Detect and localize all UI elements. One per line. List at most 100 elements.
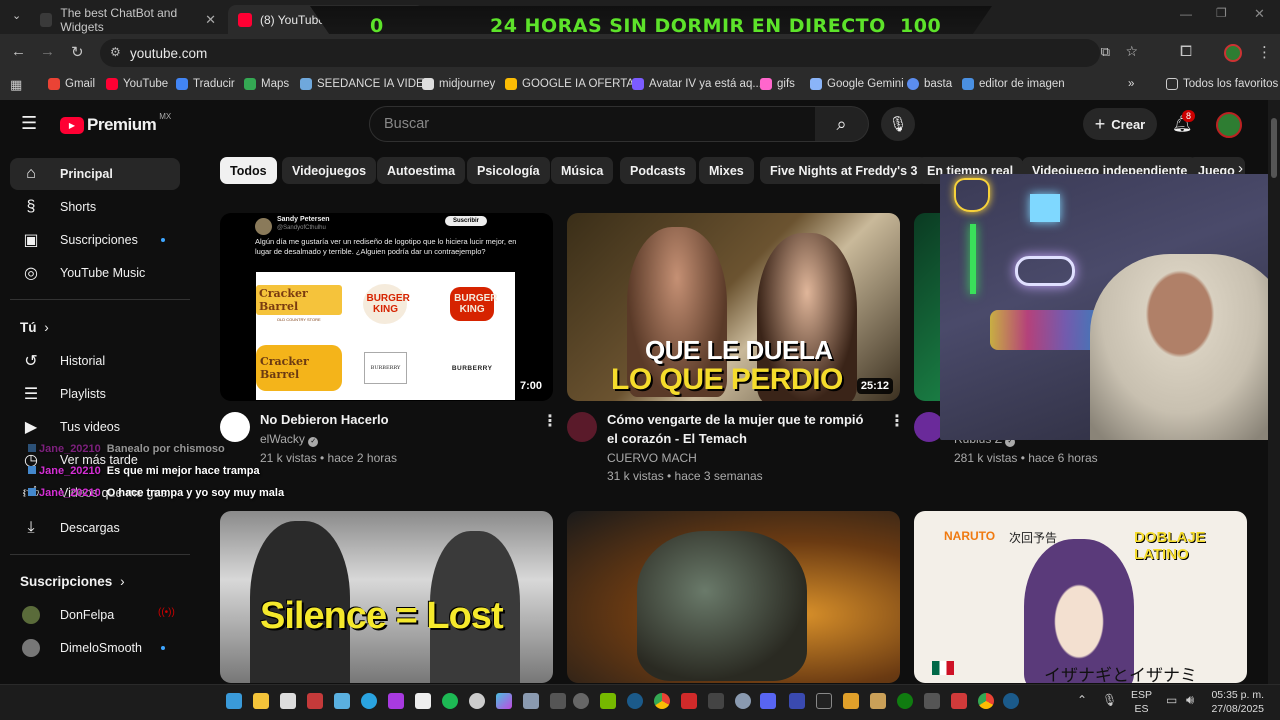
reload-icon[interactable]: ↻ — [71, 43, 84, 61]
chip-todos[interactable]: Todos — [220, 157, 277, 184]
bookmark-gifs[interactable]: gifs — [760, 78, 795, 90]
voice-search-button[interactable]: 🎙 — [881, 107, 915, 141]
chip-podcasts[interactable]: Podcasts — [620, 157, 696, 184]
copilot-icon[interactable] — [496, 693, 512, 709]
sidebar-item-tus-videos[interactable]: ▶ Tus videos — [10, 411, 180, 443]
sidebar-sub-dimelosmooth[interactable]: DimeloSmooth — [10, 632, 180, 664]
notifications-button[interactable]: 🔔︎ 8 — [1172, 110, 1196, 134]
app-icon[interactable] — [843, 693, 859, 709]
sidebar-sub-donfelpa[interactable]: DonFelpa ((•)) — [10, 599, 180, 631]
microphone-icon[interactable]: 🎙 — [1102, 693, 1117, 707]
chip-videojuegos[interactable]: Videojuegos — [282, 157, 377, 184]
bookmark-traducir[interactable]: Traducir — [176, 78, 235, 90]
search-button[interactable]: ⌕ — [815, 106, 869, 142]
system-clock[interactable]: 05:35 p. m. 27/08/2025 — [1211, 688, 1264, 716]
chip-five-nights[interactable]: Five Nights at Freddy's 3 — [760, 157, 928, 184]
sidebar-section-suscripciones[interactable]: Suscripciones › — [20, 574, 125, 589]
search-input[interactable]: Buscar — [369, 106, 816, 142]
obs-icon[interactable] — [469, 693, 485, 709]
epic-games-icon[interactable] — [816, 693, 832, 709]
scrollbar-thumb[interactable] — [1271, 118, 1277, 178]
video-thumbnail[interactable]: Sandy Petersen @SandyofCthulhu Suscribir… — [220, 213, 553, 401]
forward-icon[interactable]: → — [40, 43, 55, 60]
app-icon[interactable] — [951, 693, 967, 709]
network-icon[interactable]: ▭ — [1166, 693, 1177, 707]
chrome-icon[interactable] — [978, 693, 994, 709]
sidebar-item-historial[interactable]: ↺ Historial — [10, 345, 180, 377]
channel-avatar[interactable] — [567, 412, 597, 442]
chrome-icon[interactable] — [654, 693, 670, 709]
bookmark-midjourney[interactable]: midjourney — [422, 78, 495, 90]
video-menu-kebab-icon[interactable]: ⋮ — [889, 411, 905, 431]
bookmark-gmail[interactable]: Gmail — [48, 78, 95, 90]
apps-grid-icon[interactable]: ▦ — [10, 77, 22, 93]
tab-chatbot[interactable]: The best ChatBot and Widgets ✕ — [30, 5, 226, 34]
tab-list-chevron-icon[interactable]: ⌄ — [12, 9, 21, 22]
back-icon[interactable]: ← — [11, 43, 26, 60]
spotify-icon[interactable] — [442, 693, 458, 709]
bookmark-editor[interactable]: editor de imagen — [962, 78, 1065, 90]
page-scrollbar[interactable] — [1268, 100, 1280, 684]
notepad-icon[interactable] — [334, 693, 350, 709]
bookmark-avatar[interactable]: Avatar IV ya está aq... — [632, 78, 762, 90]
tab-close-icon[interactable]: ✕ — [205, 12, 216, 28]
menu-kebab-icon[interactable]: ⋮ — [1257, 43, 1272, 61]
extensions-icon[interactable]: ⧠ — [1180, 43, 1192, 60]
app-icon[interactable] — [870, 693, 886, 709]
channel-name[interactable]: CUERVO MACH — [607, 449, 697, 467]
telegram-icon[interactable] — [361, 693, 377, 709]
xbox-icon[interactable] — [897, 693, 913, 709]
app-icon[interactable] — [307, 693, 323, 709]
sidebar-item-playlists[interactable]: ☰ Playlists — [10, 378, 180, 410]
channel-avatar[interactable] — [220, 412, 250, 442]
video-thumbnail[interactable]: QUE LE DUELA LO QUE PERDIO 25:12 — [567, 213, 900, 401]
steam-icon[interactable] — [627, 693, 643, 709]
bookmark-gemini[interactable]: Google Gemini — [810, 78, 904, 90]
bookmark-seedance[interactable]: SEEDANCE IA VIDEO — [300, 78, 433, 90]
capcut-icon[interactable] — [415, 693, 431, 709]
share-icon[interactable] — [924, 693, 940, 709]
sidebar-item-youtube-music[interactable]: ◎ YouTube Music — [10, 257, 180, 289]
tray-chevron-icon[interactable]: ⌃ — [1077, 693, 1087, 707]
sidebar-item-shorts[interactable]: § Shorts — [10, 191, 180, 223]
app-icon[interactable] — [789, 693, 805, 709]
video-thumbnail[interactable]: NARUTO 次回予告 DOBLAJE LATINO イザナギとイザナミ — [914, 511, 1247, 683]
sidebar-item-principal[interactable]: ⌂ Principal — [10, 158, 180, 190]
chip-musica[interactable]: Música — [551, 157, 614, 184]
hamburger-menu-icon[interactable]: ☰ — [21, 113, 37, 134]
video-thumbnail[interactable]: Silence = Lost — [220, 511, 553, 683]
account-avatar[interactable] — [1216, 112, 1242, 138]
video-title[interactable]: Cómo vengarte de la mujer que te rompió … — [607, 410, 877, 448]
profile-avatar[interactable] — [1224, 44, 1242, 62]
site-info-icon[interactable]: ⚙ — [110, 45, 121, 59]
app-icon[interactable] — [708, 693, 724, 709]
chip-mixes[interactable]: Mixes — [699, 157, 754, 184]
video-thumbnail[interactable] — [567, 511, 900, 683]
discord-icon[interactable] — [760, 693, 776, 709]
youtube-logo[interactable]: ▶ Premium MX — [60, 112, 171, 135]
store-icon[interactable] — [280, 693, 296, 709]
bookmark-basta[interactable]: basta — [907, 78, 952, 90]
file-explorer-icon[interactable] — [253, 693, 269, 709]
app-icon[interactable] — [681, 693, 697, 709]
camera-icon[interactable] — [523, 693, 539, 709]
app-icon[interactable] — [388, 693, 404, 709]
bookmark-youtube[interactable]: YouTube — [106, 78, 168, 90]
channel-name[interactable]: elWacky ✓ — [260, 430, 319, 448]
video-menu-kebab-icon[interactable]: ⋮ — [542, 411, 558, 431]
bookmark-maps[interactable]: Maps — [244, 78, 289, 90]
create-button[interactable]: + Crear — [1083, 108, 1157, 140]
input-language[interactable]: ESP ES — [1131, 688, 1152, 716]
sidebar-item-descargas[interactable]: ⤓ Descargas — [10, 512, 180, 544]
windows-start-icon[interactable] — [226, 693, 242, 709]
install-app-icon[interactable]: ⧉ — [1101, 44, 1110, 60]
all-favorites-folder[interactable]: Todos los favoritos — [1166, 78, 1278, 90]
chip-psicologia[interactable]: Psicología — [467, 157, 550, 184]
app-icon[interactable] — [550, 693, 566, 709]
bookmark-google-ia[interactable]: GOOGLE IA OFERTA... — [505, 78, 644, 90]
minimize-icon[interactable]: — — [1180, 7, 1192, 21]
active-app-icon[interactable] — [573, 693, 589, 709]
steam-icon[interactable] — [1003, 693, 1019, 709]
bookmarks-overflow-icon[interactable]: » — [1128, 78, 1134, 90]
sidebar-section-tu[interactable]: Tú › — [20, 320, 49, 335]
